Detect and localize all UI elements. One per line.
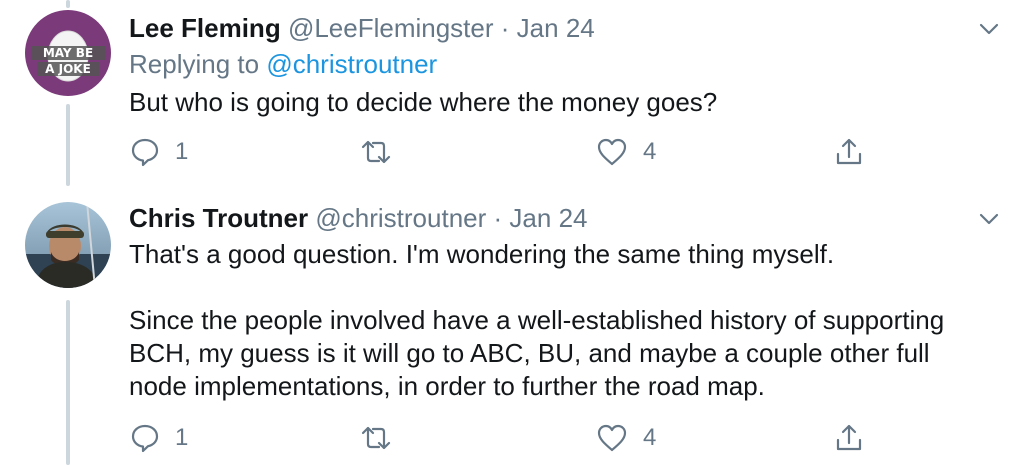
- retweet-button[interactable]: [359, 132, 407, 172]
- reply-icon: [131, 424, 159, 453]
- reply-button[interactable]: 1: [129, 132, 188, 172]
- tweet-header: Lee Fleming @LeeFlemingster · Jan 24: [129, 12, 595, 44]
- retweet-icon: [361, 426, 391, 450]
- retweet-icon: [361, 140, 391, 164]
- separator-dot: ·: [500, 13, 510, 43]
- separator-dot: ·: [493, 203, 503, 233]
- tweet[interactable]: Chris Troutner @christroutner · Jan 24 T…: [0, 190, 1024, 465]
- svg-text:A JOKE: A JOKE: [45, 62, 91, 76]
- avatar[interactable]: MAY BE A JOKE: [25, 10, 111, 96]
- like-icon: [597, 424, 627, 452]
- share-icon: [836, 424, 862, 451]
- like-button[interactable]: 4: [595, 418, 656, 458]
- svg-text:MAY BE: MAY BE: [43, 46, 93, 60]
- chevron-down-icon[interactable]: [976, 206, 1002, 232]
- like-icon: [597, 138, 627, 166]
- display-name[interactable]: Chris Troutner: [129, 203, 308, 233]
- share-button[interactable]: [833, 132, 865, 172]
- tweet[interactable]: MAY BE A JOKE Lee Fleming @LeeFlemingste…: [0, 0, 1024, 190]
- tweet-date[interactable]: Jan 24: [517, 13, 595, 43]
- share-icon: [836, 138, 862, 165]
- tweet-actions: 1 4: [129, 132, 889, 172]
- user-handle[interactable]: @LeeFlemingster: [288, 13, 494, 43]
- profile-photo: [25, 202, 111, 288]
- reply-count: 1: [175, 424, 189, 451]
- tweet-header: Chris Troutner @christroutner · Jan 24: [129, 202, 588, 234]
- retweet-button[interactable]: [359, 418, 407, 458]
- replying-to: Replying to @christroutner: [129, 48, 437, 80]
- reply-count: 1: [175, 138, 189, 165]
- reply-icon: [131, 138, 159, 167]
- replying-prefix: Replying to: [129, 49, 267, 79]
- like-count: 4: [643, 424, 657, 451]
- tweet-text: But who is going to decide where the mon…: [129, 87, 718, 117]
- mention-link[interactable]: @christroutner: [266, 49, 437, 79]
- reply-button[interactable]: 1: [129, 418, 188, 458]
- tweet-actions: 1 4: [129, 418, 889, 458]
- tweet-date[interactable]: Jan 24: [509, 203, 587, 233]
- user-handle[interactable]: @christroutner: [315, 203, 486, 233]
- share-button[interactable]: [833, 418, 865, 458]
- like-count: 4: [643, 138, 657, 165]
- tweet-text: That's a good question. I'm wondering th…: [129, 239, 945, 401]
- chevron-down-icon[interactable]: [976, 16, 1002, 42]
- maybe-a-joke-logo: MAY BE A JOKE: [25, 10, 111, 96]
- avatar[interactable]: [25, 202, 111, 288]
- display-name[interactable]: Lee Fleming: [129, 13, 281, 43]
- like-button[interactable]: 4: [595, 132, 656, 172]
